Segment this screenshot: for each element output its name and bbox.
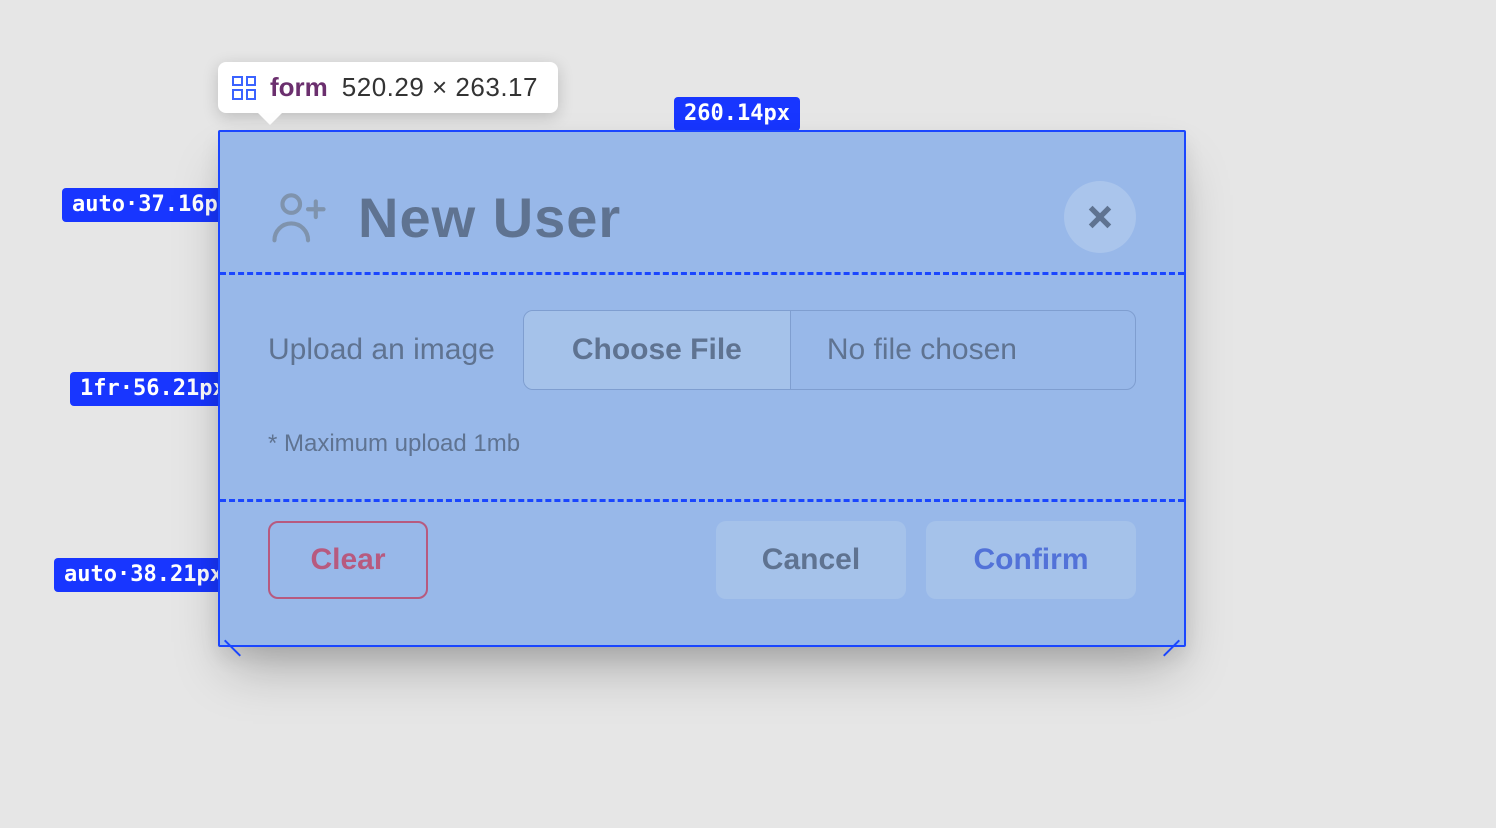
element-dimensions: 520.29 × 263.17: [342, 72, 538, 103]
grid-row-divider: [220, 499, 1184, 502]
form-footer: Clear Cancel Confirm: [268, 495, 1136, 645]
clear-button[interactable]: Clear: [268, 521, 428, 599]
ruler-row-1: auto·37.16px: [62, 188, 241, 222]
devtools-tooltip: form 520.29 × 263.17: [218, 62, 558, 113]
upload-hint: * Maximum upload 1mb: [268, 430, 1136, 458]
ruler-row-2: 1fr·56.21px: [70, 372, 236, 406]
form-body: Upload an image Choose File No file chos…: [268, 272, 1136, 495]
upload-row: Upload an image Choose File No file chos…: [268, 310, 1136, 390]
grid-row-divider: [220, 272, 1184, 275]
close-icon: [1084, 201, 1116, 233]
add-user-icon: [268, 186, 330, 248]
close-button[interactable]: [1064, 181, 1136, 253]
form-header: New User: [268, 132, 1136, 272]
ruler-column-width: 260.14px: [674, 97, 800, 131]
grid-icon: [232, 76, 256, 100]
upload-label: Upload an image: [268, 333, 495, 367]
choose-file-button[interactable]: Choose File: [524, 311, 791, 389]
cancel-button[interactable]: Cancel: [716, 521, 906, 599]
form-title: New User: [358, 185, 621, 250]
ruler-row-3: auto·38.21px: [54, 558, 233, 592]
confirm-button[interactable]: Confirm: [926, 521, 1136, 599]
file-input[interactable]: Choose File No file chosen: [523, 310, 1136, 390]
file-status: No file chosen: [791, 311, 1135, 389]
new-user-form: New User Upload an image Choose File No …: [218, 130, 1186, 647]
element-tag: form: [270, 72, 328, 103]
grid-corner-mark: [1158, 619, 1180, 641]
grid-corner-mark: [224, 619, 246, 641]
